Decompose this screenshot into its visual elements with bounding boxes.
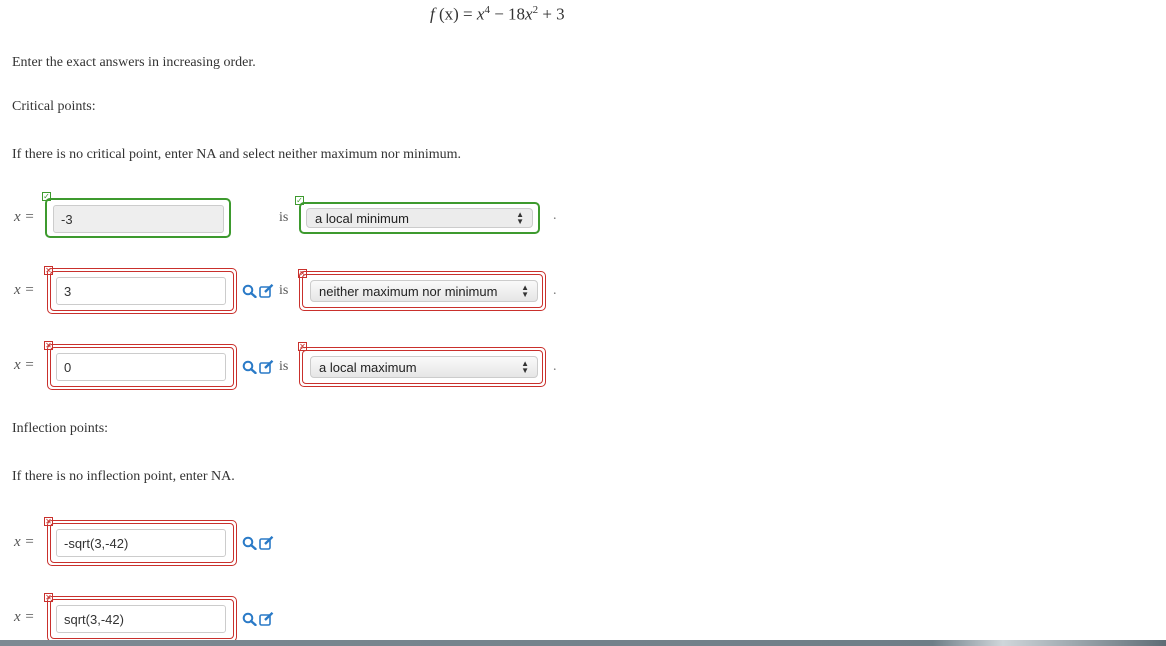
x-equals-label: x = (14, 282, 35, 298)
search-icon[interactable] (242, 360, 257, 374)
x-equals-label: x = (14, 534, 35, 550)
period: . (553, 283, 557, 298)
bottom-scroll-bar (0, 640, 1166, 646)
is-label: is (279, 210, 289, 225)
period: . (553, 208, 557, 223)
answer-box-correct: -3 (45, 198, 231, 238)
inflection-point-input-1[interactable]: -sqrt(3,-42) (56, 529, 226, 557)
answer-tools (242, 360, 274, 374)
search-icon[interactable] (242, 612, 257, 626)
classification-select-2[interactable]: neither maximum nor minimum ▲ ▼ (310, 280, 538, 302)
edit-icon[interactable] (259, 536, 274, 550)
answer-box-incorrect: 0 (47, 344, 237, 390)
inflection-points-heading: Inflection points: (12, 421, 109, 436)
is-label: is (279, 359, 289, 374)
inflection-points-note: If there is no inflection point, enter N… (12, 469, 235, 484)
select-box-incorrect: a local maximum ▲ ▼ (299, 347, 546, 387)
select-box-correct: a local minimum ▲ ▼ (299, 202, 540, 234)
critical-point-input-2[interactable]: 3 (56, 277, 226, 305)
x-equals-label: x = (14, 209, 35, 225)
critical-points-heading: Critical points: (12, 99, 96, 114)
search-icon[interactable] (242, 536, 257, 550)
select-arrows-icon: ▲ ▼ (521, 359, 529, 375)
x-equals-label: x = (14, 609, 35, 625)
classification-select-3[interactable]: a local maximum ▲ ▼ (310, 356, 538, 378)
answer-box-incorrect: -sqrt(3,-42) (47, 520, 237, 566)
select-box-incorrect: neither maximum nor minimum ▲ ▼ (299, 271, 546, 311)
critical-point-input-1[interactable]: -3 (53, 205, 224, 233)
critical-point-input-3[interactable]: 0 (56, 353, 226, 381)
inflection-point-input-2[interactable]: sqrt(3,-42) (56, 605, 226, 633)
function-formula: f (x) = x4 − 18x2 + 3 (430, 4, 565, 24)
critical-points-note: If there is no critical point, enter NA … (12, 147, 462, 162)
answer-tools (242, 536, 274, 550)
classification-select-1[interactable]: a local minimum ▲ ▼ (306, 208, 533, 228)
order-instruction: Enter the exact answers in increasing or… (12, 55, 256, 70)
answer-tools (242, 612, 274, 626)
answer-box-incorrect: sqrt(3,-42) (47, 596, 237, 642)
answer-box-incorrect: 3 (47, 268, 237, 314)
select-arrows-icon: ▲ ▼ (516, 210, 524, 226)
edit-icon[interactable] (259, 284, 274, 298)
edit-icon[interactable] (259, 612, 274, 626)
is-label: is (279, 283, 289, 298)
x-equals-label: x = (14, 357, 35, 373)
search-icon[interactable] (242, 284, 257, 298)
edit-icon[interactable] (259, 360, 274, 374)
period: . (553, 359, 557, 374)
answer-tools (242, 284, 274, 298)
select-arrows-icon: ▲ ▼ (521, 283, 529, 299)
